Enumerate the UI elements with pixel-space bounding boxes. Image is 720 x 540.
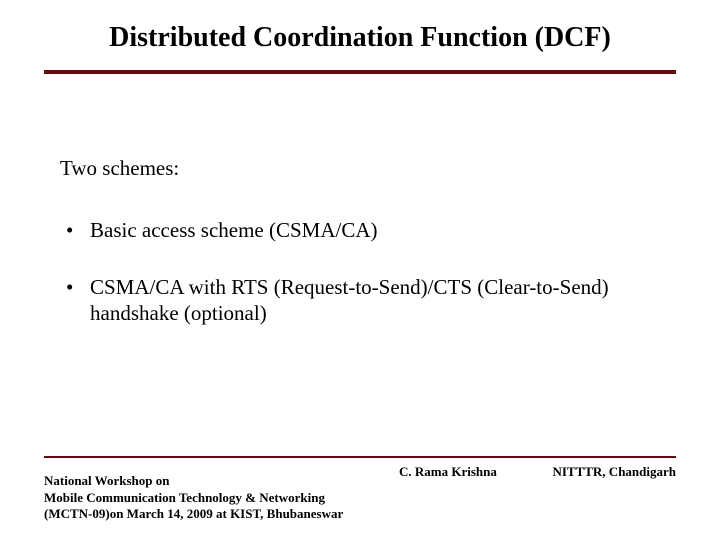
bullet-item: • Basic access scheme (CSMA/CA) <box>60 217 660 243</box>
footer-right: NITTTR, Chandigarh <box>516 464 676 480</box>
bullet-text: Basic access scheme (CSMA/CA) <box>90 217 660 243</box>
bullet-item: • CSMA/CA with RTS (Request-to-Send)/CTS… <box>60 274 660 327</box>
bullet-dot-icon: • <box>60 274 90 327</box>
bullet-dot-icon: • <box>60 217 90 243</box>
bullet-text: CSMA/CA with RTS (Request-to-Send)/CTS (… <box>90 274 660 327</box>
footer-left-line: (MCTN-09)on March 14, 2009 at KIST, Bhub… <box>44 506 384 522</box>
slide: Distributed Coordination Function (DCF) … <box>0 0 720 540</box>
footer-left-line: Mobile Communication Technology & Networ… <box>44 490 384 506</box>
title-divider <box>44 70 676 74</box>
slide-title: Distributed Coordination Function (DCF) <box>0 22 720 54</box>
footer-left: National Workshop on Mobile Communicatio… <box>44 473 384 522</box>
footer-left-line: National Workshop on <box>44 473 384 489</box>
footer-divider <box>44 456 676 458</box>
slide-body: Two schemes: • Basic access scheme (CSMA… <box>60 155 660 356</box>
intro-text: Two schemes: <box>60 155 660 181</box>
